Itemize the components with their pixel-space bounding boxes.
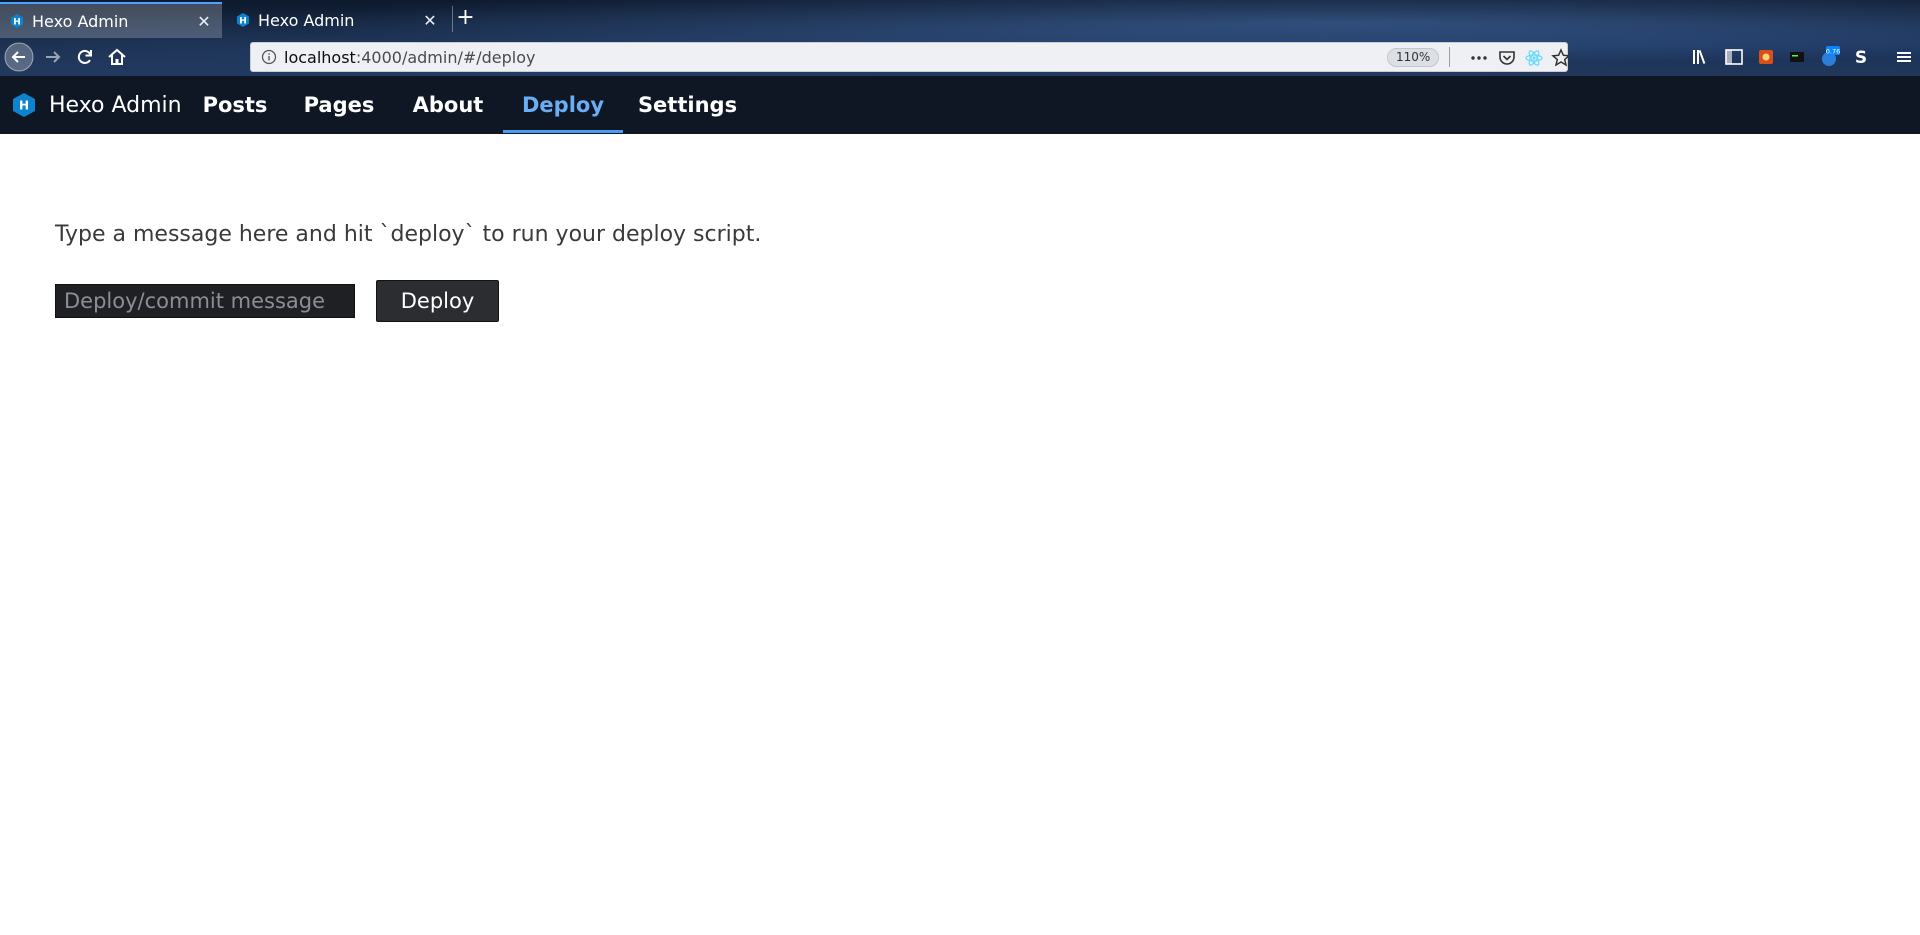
sidebar-icon[interactable] [1723,46,1745,68]
more-actions-icon[interactable] [1469,48,1489,68]
zoom-level-badge[interactable]: 110% [1387,48,1440,67]
browser-chrome: H Hexo Admin ✕ H Hexo Admin ✕ + localhos… [0,0,1920,76]
url-text[interactable]: localhost:4000/admin/#/deploy [284,48,536,67]
s-extension-icon[interactable]: S [1850,46,1872,68]
tab-title: Hexo Admin [32,11,129,31]
nav-pages[interactable]: Pages [301,76,377,134]
app-header: H Hexo Admin Posts Pages About Deploy Se… [0,76,1920,134]
url-host: localhost [284,48,356,67]
tab-strip: H Hexo Admin ✕ H Hexo Admin ✕ + [0,0,1920,38]
info-icon[interactable] [261,49,277,65]
new-tab-button[interactable]: + [452,6,478,32]
pocket-icon[interactable] [1497,48,1517,68]
browser-tab-2[interactable]: H Hexo Admin ✕ [226,2,448,38]
nav-settings[interactable]: Settings [636,76,739,134]
browser-navbar: localhost:4000/admin/#/deploy 110% 0.76 … [0,38,1920,76]
nav-posts[interactable]: Posts [198,76,272,134]
hexo-logo-icon: H [13,93,35,117]
reload-icon [77,49,92,64]
hexo-favicon-icon: H [237,13,249,27]
forward-arrow-icon [46,51,61,63]
extension-badge-count: 0.76 [1826,47,1840,55]
address-bar[interactable]: localhost:4000/admin/#/deploy 110% [250,42,1571,72]
url-separator [1449,47,1450,67]
tab-title: Hexo Admin [258,10,355,30]
back-button[interactable] [4,42,34,72]
nav-about[interactable]: About [406,76,490,134]
bookmark-star-icon[interactable] [1551,48,1571,68]
deploy-message-input[interactable] [55,284,355,318]
deploy-instructions: Type a message here and hit `deploy` to … [55,222,762,247]
svg-text:H: H [239,17,247,27]
browser-tab-1[interactable]: H Hexo Admin ✕ [0,2,222,38]
brand-name: Hexo Admin [49,92,182,118]
extension-orange-icon[interactable] [1755,46,1777,68]
deploy-page: Type a message here and hit `deploy` to … [55,222,762,322]
hexo-favicon-icon: H [11,14,23,28]
react-devtools-icon[interactable] [1524,48,1544,68]
home-icon [108,48,126,65]
svg-text:H: H [13,18,21,28]
nav-deploy[interactable]: Deploy [503,76,623,134]
terminal-extension-icon[interactable] [1786,46,1808,68]
library-icon[interactable] [1690,46,1712,68]
brand[interactable]: H Hexo Admin [12,76,182,134]
close-tab-icon[interactable]: ✕ [422,11,438,30]
close-tab-icon[interactable]: ✕ [196,12,212,31]
hamburger-menu-icon[interactable] [1893,46,1915,68]
extension-badge-icon[interactable]: 0.76 [1818,46,1840,68]
reload-button[interactable] [70,42,100,72]
deploy-button[interactable]: Deploy [376,280,499,322]
back-arrow-icon [4,42,34,72]
forward-button[interactable] [38,42,68,72]
svg-text:H: H [19,99,29,113]
url-path: :4000/admin/#/deploy [355,48,536,67]
svg-text:S: S [1855,48,1867,68]
deploy-form: Deploy [55,280,499,322]
home-button[interactable] [102,42,132,72]
